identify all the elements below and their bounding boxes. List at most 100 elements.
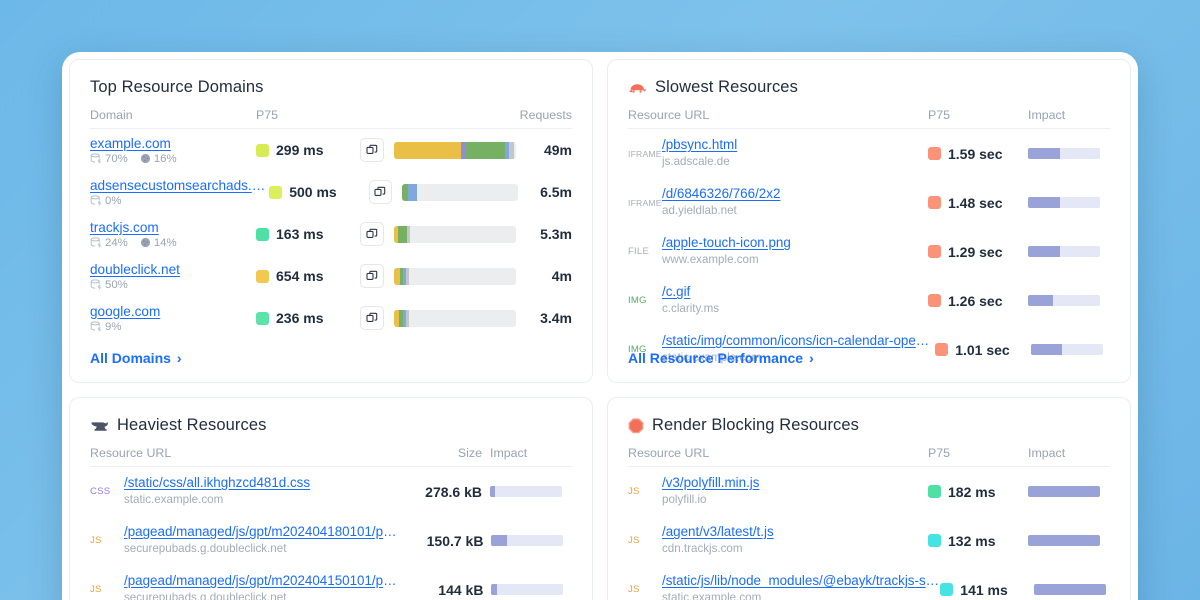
table-row[interactable]: JS /static/js/lib/node_modules/@ebayk/tr… [628, 565, 1110, 600]
resource-type-label: JS [90, 535, 102, 546]
cache-icon [90, 152, 102, 164]
copy-button[interactable] [360, 222, 384, 246]
domain-link[interactable]: adsensecustomsearchads.com [90, 178, 269, 193]
impact-bar [1028, 535, 1100, 546]
copy-button[interactable] [360, 138, 384, 162]
stacked-bar-segment [394, 141, 462, 159]
domain-link[interactable]: google.com [90, 304, 256, 319]
resource-url-link[interactable]: /static/js/lib/node_modules/@ebayk/track… [662, 573, 940, 588]
column-header-resource-url: Resource URL [628, 108, 710, 122]
impact-bar [491, 535, 564, 546]
resource-type-label: IFRAME [628, 148, 662, 159]
cookie-percent: 14% [140, 237, 177, 249]
impact-bar-fill [1031, 344, 1062, 355]
table-row[interactable]: IFRAME /d/6846326/766/2x2 ad.yieldlab.ne… [628, 178, 1110, 227]
resource-url-link[interactable]: /pbsync.html [662, 137, 928, 152]
impact-bar-fill [1028, 148, 1061, 159]
copy-icon [366, 144, 378, 154]
resource-url-link[interactable]: /static/css/all.ikhghzcd481d.css [124, 475, 396, 490]
p75-cell: 141 ms [940, 582, 1026, 598]
impact-cell [482, 486, 572, 497]
resource-url-link[interactable]: /static/img/common/icons/icn-calendar-op… [662, 333, 935, 348]
domain-cell: example.com 70% 16% [90, 136, 256, 165]
column-header-p75: P75 [928, 108, 951, 122]
stacked-bar-segment [397, 225, 408, 243]
request-breakdown-bar [394, 267, 516, 285]
card-title-text: Heaviest Resources [117, 416, 267, 434]
domain-link[interactable]: trackjs.com [90, 220, 256, 235]
p75-value: 236 ms [276, 310, 324, 326]
impact-cell [1020, 246, 1110, 257]
column-header-impact: Impact [490, 446, 528, 460]
domain-link[interactable]: doubleclick.net [90, 262, 256, 277]
resource-type-label: CSS [90, 486, 111, 497]
resource-host: static.example.com [124, 493, 224, 506]
table-row[interactable]: CSS /static/css/all.ikhghzcd481d.css sta… [90, 467, 572, 516]
all-domains-link[interactable]: All Domains › [90, 350, 182, 366]
size-value: 150.7 kB [426, 532, 484, 549]
table-row[interactable]: JS /agent/v3/latest/t.js cdn.trackjs.com… [628, 516, 1110, 565]
resource-url-link[interactable]: /pagead/managed/js/gpt/m202404180101/pu… [124, 524, 399, 539]
table-row[interactable]: google.com 9% 236 ms 3.4m [90, 297, 572, 339]
column-header-row: Resource URL P75 Impact [628, 108, 1110, 129]
resource-url-link[interactable]: /v3/polyfill.min.js [662, 475, 928, 490]
resource-cell: /apple-touch-icon.png www.example.com [662, 235, 928, 268]
cookie-icon [140, 153, 150, 164]
table-row[interactable]: JS /v3/polyfill.min.js polyfill.io 182 m… [628, 467, 1110, 516]
resource-type-label: IMG [628, 295, 647, 306]
resource-url-link[interactable]: /apple-touch-icon.png [662, 235, 928, 250]
stacked-bar-segment [407, 183, 417, 201]
stacked-bar-segment [508, 141, 514, 159]
resource-cell: /pagead/managed/js/gpt/m202404180101/pu…… [124, 524, 399, 557]
copy-button[interactable] [360, 264, 384, 288]
impact-bar [490, 486, 562, 497]
copy-icon [374, 186, 386, 196]
table-row[interactable]: JS /pagead/managed/js/gpt/m202404180101/… [90, 516, 572, 565]
impact-bar [1028, 295, 1100, 306]
table-row[interactable]: adsensecustomsearchads.com 0% 500 ms 6.5… [90, 171, 572, 213]
p75-status-swatch [928, 534, 941, 547]
p75-status-swatch [940, 583, 954, 596]
resource-url-link[interactable]: /agent/v3/latest/t.js [662, 524, 928, 539]
all-resource-performance-link[interactable]: All Resource Performance › [628, 350, 814, 366]
impact-bar [1031, 344, 1104, 355]
table-row[interactable]: example.com 70% 16% 299 ms 49m [90, 129, 572, 171]
table-row[interactable]: doubleclick.net 50% 654 ms 4m [90, 255, 572, 297]
card-title: Heaviest Resources [90, 416, 572, 435]
table-row[interactable]: trackjs.com 24% 14% 163 ms 5.3m [90, 213, 572, 255]
table-row[interactable]: JS /pagead/managed/js/gpt/m202404150101/… [90, 565, 572, 600]
domain-link[interactable]: example.com [90, 136, 256, 151]
card-slowest-resources: Slowest Resources Resource URL P75 Impac… [607, 59, 1131, 383]
p75-cell: 236 ms [256, 310, 360, 326]
size-value: 144 kB [438, 581, 484, 598]
column-header-impact: Impact [1028, 446, 1066, 460]
resource-host: cdn.trackjs.com [662, 542, 743, 555]
table-row[interactable]: IMG /c.gif c.clarity.ms 1.26 sec [628, 276, 1110, 325]
resource-url-link[interactable]: /c.gif [662, 284, 928, 299]
copy-button[interactable] [368, 180, 392, 204]
impact-bar-fill [1028, 486, 1100, 497]
resource-cell: /static/css/all.ikhghzcd481d.css static.… [124, 475, 396, 508]
column-header-p75: P75 [928, 446, 951, 460]
impact-cell [483, 584, 572, 595]
impact-bar-fill [491, 535, 508, 546]
card-top-resource-domains: Top Resource Domains Domain P75 Requests… [69, 59, 593, 383]
cache-percent: 50% [90, 279, 128, 291]
column-header-requests: Requests [519, 108, 572, 122]
cache-percent-value: 0% [105, 194, 122, 207]
copy-icon [366, 312, 378, 322]
p75-value: 1.26 sec [948, 292, 1003, 309]
resource-type-label: JS [628, 584, 640, 595]
resource-type-label: FILE [628, 246, 650, 257]
size-cell: 144 kB [399, 582, 483, 598]
p75-cell: 1.26 sec [928, 293, 1020, 309]
copy-button[interactable] [360, 306, 384, 330]
table-row[interactable]: FILE /apple-touch-icon.png www.example.c… [628, 227, 1110, 276]
table-row[interactable]: IFRAME /pbsync.html js.adscale.de 1.59 s… [628, 129, 1110, 178]
card-footer: All Domains › [90, 350, 182, 368]
resource-url-link[interactable]: /pagead/managed/js/gpt/m202404150101/pu… [124, 573, 399, 588]
p75-status-swatch [928, 147, 941, 160]
requests-value: 3.4m [540, 310, 572, 326]
resource-url-link[interactable]: /d/6846326/766/2x2 [662, 186, 928, 201]
card-title: Render Blocking Resources [628, 416, 1110, 435]
